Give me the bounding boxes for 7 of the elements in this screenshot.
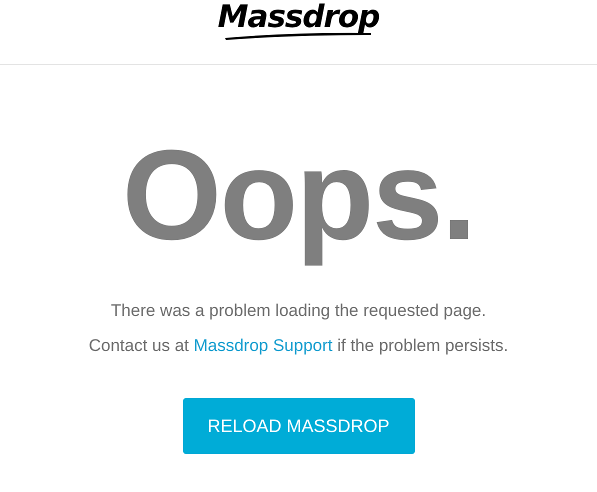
support-link[interactable]: Massdrop Support xyxy=(194,336,333,355)
contact-message: Contact us at Massdrop Support if the problem persists. xyxy=(88,336,508,356)
logo[interactable]: Massdrop xyxy=(218,0,380,34)
reload-button[interactable]: RELOAD MASSDROP xyxy=(182,398,414,454)
error-message: There was a problem loading the requested page. xyxy=(110,301,486,321)
logo-swoosh-icon xyxy=(223,32,374,40)
headline: Oops. xyxy=(122,123,475,269)
